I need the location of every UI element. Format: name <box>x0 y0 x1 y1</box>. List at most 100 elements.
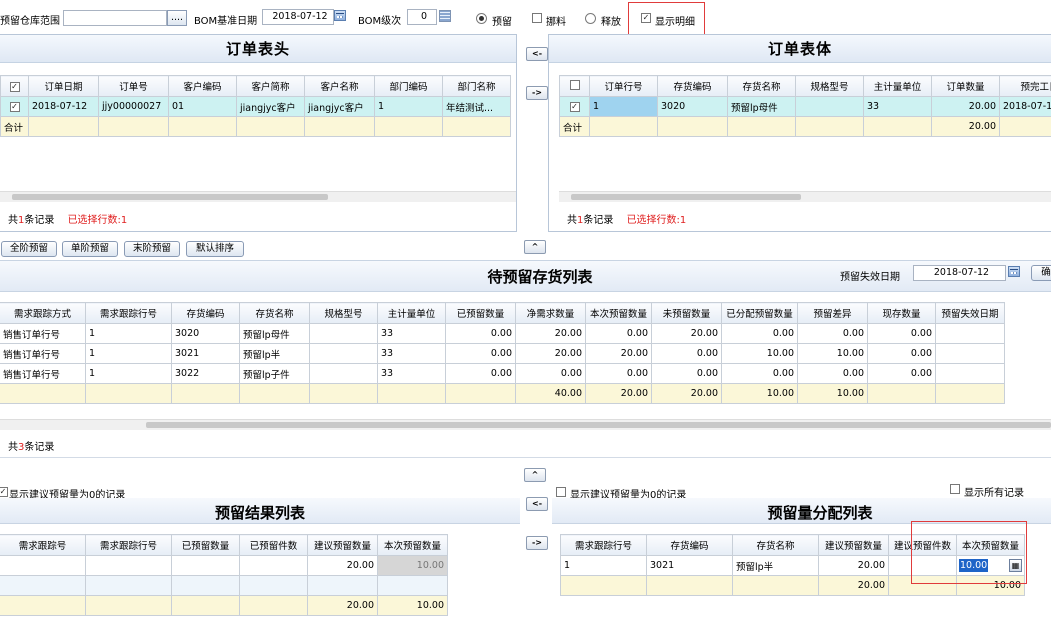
table-cell[interactable]: 预留lp半 <box>732 555 819 576</box>
collapse-up-button[interactable]: ^ <box>524 468 546 482</box>
table-cell[interactable]: 1 <box>85 363 172 384</box>
table-row[interactable]: ✓ 1 3020 预留lp母件 33 20.00 2018-07-12 <box>559 96 1051 117</box>
table-cell[interactable]: 0.00 <box>867 363 936 384</box>
bom-date-input[interactable]: 2018-07-12 <box>262 9 334 25</box>
table-cell[interactable] <box>0 555 86 576</box>
table-row[interactable]: 销售订单行号 1 3020 预留lp母件 33 0.00 20.00 0.00 … <box>0 323 1005 344</box>
show-all-checkbox[interactable] <box>950 484 960 494</box>
table-cell[interactable]: 1 <box>85 323 172 344</box>
column-header[interactable]: 主计量单位 <box>863 75 932 97</box>
table-cell[interactable]: 10.00 <box>797 343 868 364</box>
table-cell[interactable]: 3021 <box>171 343 240 364</box>
column-header[interactable]: 已预留数量 <box>445 302 516 324</box>
table-row[interactable] <box>0 575 448 596</box>
column-header[interactable]: 客户简称 <box>236 75 305 97</box>
table-cell[interactable]: 3020 <box>657 96 728 117</box>
column-header[interactable]: 本次预留数量 <box>585 302 652 324</box>
table-cell[interactable]: 0.00 <box>585 323 652 344</box>
table-cell[interactable]: 20.00 <box>818 555 889 576</box>
spinner-icon[interactable] <box>439 10 451 22</box>
table-cell[interactable]: 01 <box>168 96 237 117</box>
column-header[interactable]: 已预留件数 <box>239 534 308 556</box>
table-cell[interactable]: 20.00 <box>307 555 378 576</box>
table-cell[interactable]: jiangjyc客户 <box>236 96 305 117</box>
row-checkbox[interactable]: ✓ <box>559 96 590 117</box>
table-cell[interactable]: 1 <box>560 555 647 576</box>
column-header[interactable]: 存货编码 <box>646 534 733 556</box>
table-cell[interactable]: 20.00 <box>515 323 586 344</box>
single-level-reserve-button[interactable]: 单阶预留 <box>62 241 118 257</box>
last-level-reserve-button[interactable]: 末阶预留 <box>124 241 180 257</box>
table-cell[interactable]: 0.00 <box>445 343 516 364</box>
table-cell[interactable]: 预留lp母件 <box>239 323 310 344</box>
reserve-radio[interactable] <box>476 13 487 24</box>
table-cell[interactable]: 0.00 <box>721 363 798 384</box>
column-header[interactable]: 未预留数量 <box>651 302 722 324</box>
table-cell[interactable]: 20.00 <box>931 96 1000 117</box>
column-header[interactable]: 建议预留数量 <box>307 534 378 556</box>
table-row[interactable]: 20.00 10.00 <box>0 555 448 576</box>
column-header[interactable]: 订单号 <box>98 75 169 97</box>
horizontal-scrollbar[interactable] <box>0 191 516 202</box>
table-cell[interactable]: 销售订单行号 <box>0 343 86 364</box>
column-header[interactable]: 净需求数量 <box>515 302 586 324</box>
table-cell[interactable]: 2018-07-12 <box>999 96 1051 117</box>
table-row[interactable]: 销售订单行号 1 3022 预留lp子件 33 0.00 0.00 0.00 0… <box>0 363 1005 384</box>
table-cell[interactable]: 销售订单行号 <box>0 323 86 344</box>
table-cell[interactable]: 20.00 <box>651 323 722 344</box>
row-checkbox[interactable]: ✓ <box>0 96 29 117</box>
table-cell[interactable]: 0.00 <box>445 323 516 344</box>
column-header[interactable]: 需求跟踪行号 <box>85 302 172 324</box>
table-cell[interactable]: jiangjyc客户 <box>304 96 375 117</box>
table-cell[interactable]: 3021 <box>646 555 733 576</box>
table-cell[interactable]: 预留lp母件 <box>727 96 796 117</box>
confirm-button[interactable]: 确 <box>1031 265 1051 281</box>
move-right-button[interactable]: -> <box>526 536 548 550</box>
column-header[interactable]: 存货名称 <box>727 75 796 97</box>
column-header[interactable]: 需求跟踪方式 <box>0 302 86 324</box>
table-cell[interactable]: 10.00 <box>377 555 448 576</box>
column-header[interactable]: 需求跟踪行号 <box>560 534 647 556</box>
column-header[interactable]: 存货名称 <box>239 302 310 324</box>
column-header[interactable]: 存货名称 <box>732 534 819 556</box>
column-header[interactable]: 客户编码 <box>168 75 237 97</box>
column-header[interactable]: 部门编码 <box>374 75 443 97</box>
table-cell[interactable] <box>85 555 172 576</box>
table-row[interactable]: 销售订单行号 1 3021 预留lp半 33 0.00 20.00 20.00 … <box>0 343 1005 364</box>
calendar-icon[interactable] <box>334 10 346 21</box>
table-cell[interactable]: 0.00 <box>797 323 868 344</box>
table-cell[interactable]: 3022 <box>171 363 240 384</box>
column-header[interactable]: 订单行号 <box>589 75 658 97</box>
default-sort-button[interactable]: 默认排序 <box>186 241 244 257</box>
table-cell[interactable] <box>935 343 1005 364</box>
table-cell[interactable]: 20.00 <box>585 343 652 364</box>
table-cell[interactable]: 年结测试... <box>442 96 511 117</box>
column-header[interactable]: 预完工日 <box>999 75 1051 97</box>
table-cell[interactable]: 0.00 <box>867 323 936 344</box>
table-cell[interactable]: 0.00 <box>515 363 586 384</box>
warehouse-browse-button[interactable]: .... <box>167 10 187 26</box>
move-left-button[interactable]: <- <box>526 47 548 61</box>
column-header[interactable]: 预留差异 <box>797 302 868 324</box>
horizontal-scrollbar[interactable] <box>0 419 1051 430</box>
table-cell[interactable]: 0.00 <box>797 363 868 384</box>
alloc-show-zero-checkbox[interactable] <box>556 487 566 497</box>
select-all-cell[interactable] <box>559 75 590 97</box>
table-cell[interactable]: 0.00 <box>445 363 516 384</box>
collapse-up-button[interactable]: ^ <box>524 240 546 254</box>
table-cell[interactable] <box>239 555 308 576</box>
column-header[interactable]: 客户名称 <box>304 75 375 97</box>
table-cell[interactable]: 10.00 <box>721 343 798 364</box>
column-header[interactable]: 现存数量 <box>867 302 936 324</box>
table-cell[interactable]: 1 <box>85 343 172 364</box>
column-header[interactable]: 部门名称 <box>442 75 511 97</box>
table-cell[interactable]: 33 <box>863 96 932 117</box>
table-cell[interactable] <box>935 363 1005 384</box>
column-header[interactable]: 规格型号 <box>309 302 378 324</box>
bom-level-input[interactable]: 0 <box>407 9 437 25</box>
column-header[interactable]: 本次预留数量 <box>377 534 448 556</box>
table-cell[interactable]: 3020 <box>171 323 240 344</box>
table-cell[interactable]: 0.00 <box>585 363 652 384</box>
table-cell[interactable] <box>309 343 378 364</box>
table-cell[interactable]: 33 <box>377 363 446 384</box>
